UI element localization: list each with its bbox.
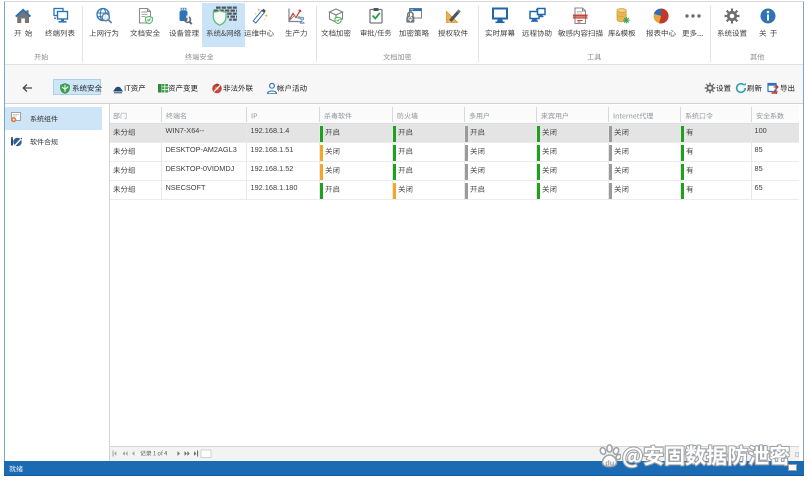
- svg-text:du: du: [605, 459, 615, 468]
